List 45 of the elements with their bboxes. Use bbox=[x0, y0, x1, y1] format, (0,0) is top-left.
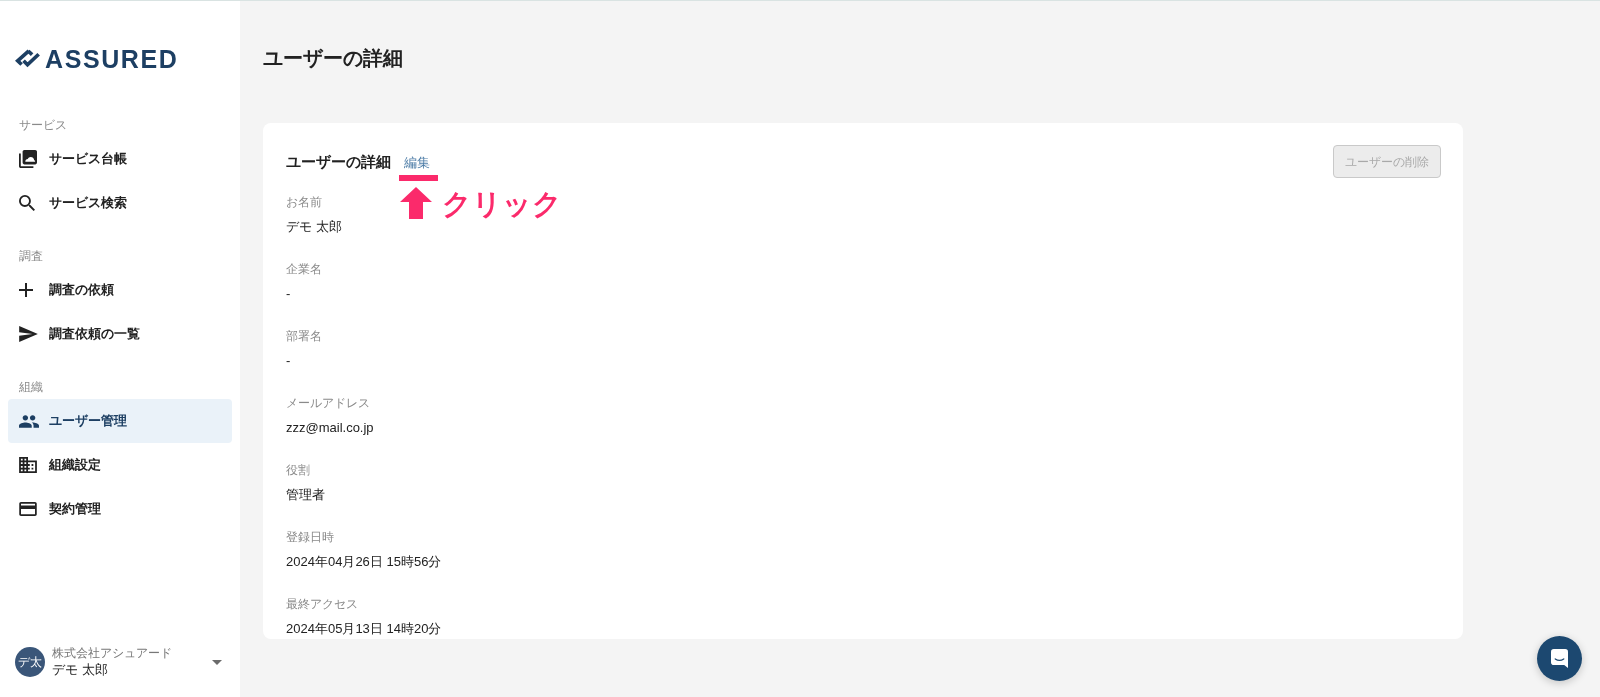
section-label: サービス bbox=[19, 117, 68, 134]
field-value: 2024年05月13日 14時20分 bbox=[286, 620, 443, 638]
diamond-logo-icon bbox=[15, 49, 40, 70]
field-label: 部署名 bbox=[286, 328, 323, 345]
field-value: - bbox=[286, 285, 292, 303]
section-label: 調査 bbox=[19, 248, 44, 265]
chat-button[interactable] bbox=[1537, 636, 1582, 681]
sidebar-item[interactable]: ユーザー管理 bbox=[8, 399, 232, 443]
field-value: - bbox=[286, 352, 292, 370]
paper-plane-icon bbox=[19, 326, 38, 342]
photo-stack-icon bbox=[19, 150, 37, 168]
logo-text: ASSURED bbox=[45, 45, 179, 73]
page-title: ユーザーの詳細 bbox=[263, 46, 404, 71]
sidebar-item[interactable]: 契約管理 bbox=[8, 487, 232, 531]
caret-icon[interactable] bbox=[212, 659, 222, 665]
card-title: ユーザーの詳細 bbox=[286, 151, 392, 172]
annotation-text: クリック bbox=[442, 187, 563, 220]
company-name: 株式会社アシュアード bbox=[52, 646, 173, 661]
sidebar-item[interactable]: サービス検索 bbox=[8, 181, 232, 225]
people-icon bbox=[19, 414, 39, 428]
building-icon bbox=[19, 457, 37, 473]
sidebar-item[interactable]: 調査の依頼 bbox=[8, 268, 232, 312]
chat-bubble-icon bbox=[1551, 649, 1568, 668]
field-label: 役割 bbox=[286, 462, 311, 479]
field-value: zzz@mail.co.jp bbox=[286, 419, 375, 437]
credit-card-icon bbox=[19, 502, 37, 516]
up-arrow-icon bbox=[400, 186, 432, 219]
annotation-underline bbox=[399, 174, 438, 181]
sidebar-item[interactable]: 組織設定 bbox=[8, 443, 232, 487]
edit-link[interactable]: 編集 bbox=[404, 153, 432, 172]
user-avatar: デ太 bbox=[15, 647, 45, 677]
plus-icon bbox=[19, 283, 33, 297]
field-label: お名前 bbox=[286, 194, 323, 211]
field-label: メールアドレス bbox=[286, 395, 371, 412]
field-value: 2024年04月26日 15時56分 bbox=[286, 553, 443, 571]
user-name: デモ 太郎 bbox=[52, 661, 109, 678]
field-value: 管理者 bbox=[286, 486, 326, 504]
field-label: 最終アクセス bbox=[286, 596, 359, 613]
sidebar-item[interactable]: サービス台帳 bbox=[8, 137, 232, 181]
field-label: 企業名 bbox=[286, 261, 323, 278]
section-label: 組織 bbox=[19, 379, 44, 396]
search-icon bbox=[19, 195, 35, 211]
field-label: 登録日時 bbox=[286, 529, 335, 546]
sidebar-item[interactable]: 調査依頼の一覧 bbox=[8, 312, 232, 356]
field-value: デモ 太郎 bbox=[286, 218, 343, 236]
